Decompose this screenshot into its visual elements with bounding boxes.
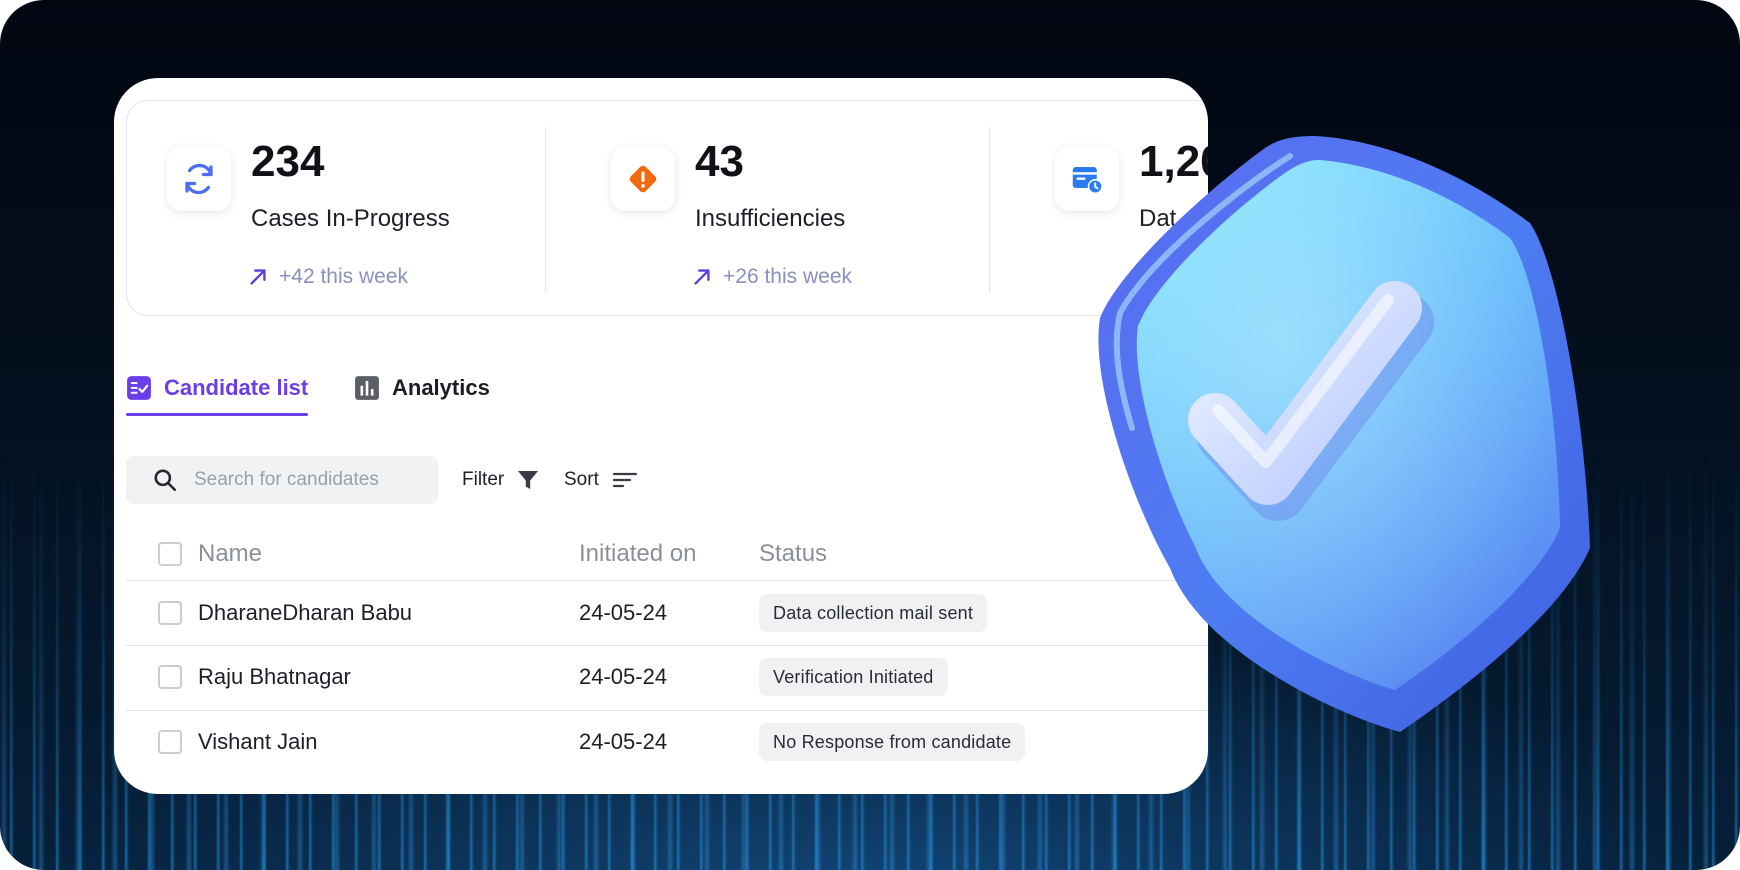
arrow-up-right-icon: [250, 269, 266, 285]
table-row[interactable]: DharaneDharan Babu 24-05-24 Data collect…: [126, 581, 1208, 646]
table-header: Name Initiated on Status: [126, 528, 1208, 581]
arrow-up-right-icon: [694, 269, 710, 285]
stats-panel: 234 Cases In-Progress +42 this week 43 I…: [126, 100, 1208, 316]
row-checkbox[interactable]: [158, 601, 182, 625]
stat-trend: +26 this week: [691, 265, 852, 289]
status-badge: Data collection mail sent: [759, 594, 988, 632]
tab-label: Analytics: [392, 375, 490, 400]
refresh-icon: [167, 147, 231, 211]
warning-diamond-icon: [611, 147, 675, 211]
sort-icon: [612, 472, 637, 488]
status-badge: Verification Initiated: [759, 658, 948, 696]
search-box[interactable]: [126, 456, 438, 504]
initiated-date: 24-05-24: [579, 600, 668, 625]
select-all-checkbox[interactable]: [158, 542, 182, 566]
search-input[interactable]: [192, 468, 426, 492]
tab-candidate-list[interactable]: Candidate list: [126, 360, 309, 416]
stat-label: Cases In-Progress: [251, 205, 450, 232]
column-header-name: Name: [198, 540, 263, 567]
stat-insufficiencies: 43 Insufficiencies +26 this week: [591, 101, 971, 317]
stat-divider: [545, 127, 546, 293]
column-header-status: Status: [759, 540, 828, 567]
candidate-name: Vishant Jain: [198, 729, 318, 754]
stat-cases-in-progress: 234 Cases In-Progress +42 this week: [147, 101, 527, 317]
stat-label: Insufficiencies: [695, 205, 846, 232]
initiated-date: 24-05-24: [579, 729, 668, 754]
shield-check-icon: [1098, 136, 1590, 732]
filter-icon: [518, 471, 539, 489]
column-header-initiated-on: Initiated on: [579, 540, 697, 567]
row-checkbox[interactable]: [158, 730, 182, 754]
sort-button[interactable]: Sort: [564, 456, 639, 504]
stat-value: 43: [695, 137, 744, 186]
tab-analytics[interactable]: Analytics: [354, 360, 490, 416]
search-icon: [152, 467, 178, 493]
stat-value: 234: [251, 137, 325, 186]
bar-chart-icon: [355, 376, 379, 400]
sort-label: Sort: [564, 469, 599, 490]
stat-trend-text: +26 this week: [723, 265, 852, 288]
stat-trend: +42 this week: [247, 265, 408, 289]
background-stage: 234 Cases In-Progress +42 this week 43 I…: [0, 0, 1740, 870]
initiated-date: 24-05-24: [579, 664, 668, 689]
dashboard-card: 234 Cases In-Progress +42 this week 43 I…: [114, 78, 1208, 794]
tab-label: Candidate list: [164, 375, 309, 400]
filter-label: Filter: [462, 469, 505, 490]
stat-trend-text: +42 this week: [279, 265, 408, 288]
filter-button[interactable]: Filter: [462, 456, 540, 504]
stat-divider: [989, 127, 990, 293]
status-badge: No Response from candidate: [759, 723, 1026, 761]
table-row[interactable]: Vishant Jain 24-05-24 No Response from c…: [126, 711, 1208, 775]
checklist-icon: [127, 376, 151, 400]
candidate-name: Raju Bhatnagar: [198, 664, 351, 689]
table-row[interactable]: Raju Bhatnagar 24-05-24 Verification Ini…: [126, 646, 1208, 711]
row-checkbox[interactable]: [158, 665, 182, 689]
candidate-name: DharaneDharan Babu: [198, 600, 413, 625]
